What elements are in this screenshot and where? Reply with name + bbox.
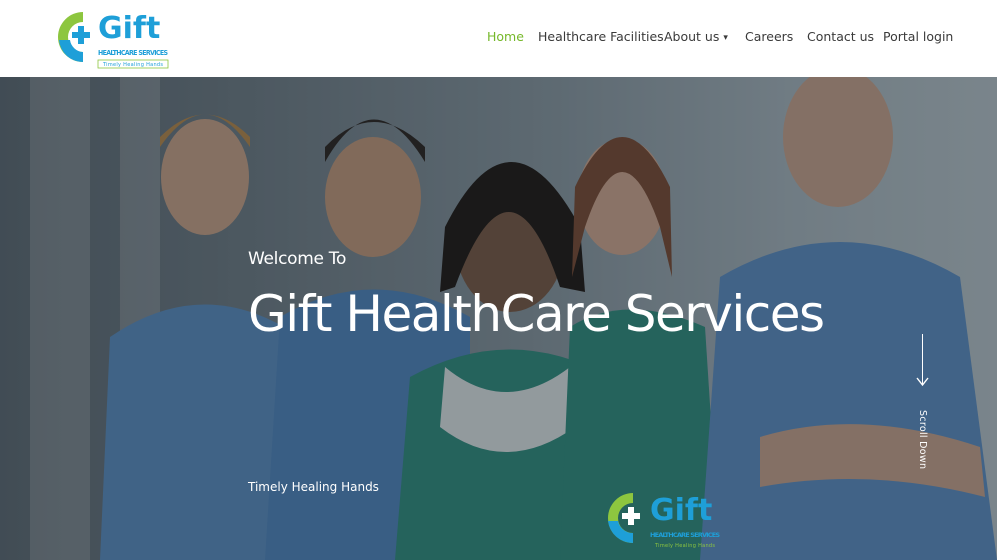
- nav-home[interactable]: Home: [487, 29, 524, 44]
- hero-section: Welcome To Gift HealthCare Services Time…: [0, 77, 997, 560]
- main-nav: Home Healthcare Facilities About us ▾ Car…: [0, 29, 997, 49]
- scroll-down-label: Scroll Down: [917, 410, 928, 470]
- bottom-logo-wordmark: Gift: [650, 493, 712, 528]
- bottom-logo-motto: Timely Healing Hands: [654, 543, 715, 549]
- logo-motto: Timely Healing Hands: [102, 62, 163, 68]
- nav-portal-login[interactable]: Portal login: [883, 29, 953, 44]
- bottom-logo-subtitle: HEALTHCARE SERVICES: [650, 531, 720, 539]
- nav-about-us[interactable]: About us ▾: [664, 29, 728, 44]
- chevron-down-icon: ▾: [723, 33, 728, 43]
- scroll-down-link[interactable]: Scroll Down: [906, 334, 940, 474]
- site-header: Gift HEALTHCARE SERVICES Timely Healing …: [0, 0, 997, 77]
- arrow-down-icon: [916, 377, 929, 387]
- hero-tagline: Timely Healing Hands: [248, 480, 379, 494]
- nav-about-label: About us: [664, 29, 720, 44]
- logo-subtitle: HEALTHCARE SERVICES: [98, 49, 168, 57]
- hero-kicker: Welcome To: [248, 249, 347, 269]
- hero-title: Gift HealthCare Services: [248, 285, 825, 343]
- nav-contact-us[interactable]: Contact us: [807, 29, 874, 44]
- nav-healthcare-facilities[interactable]: Healthcare Facilities: [538, 29, 664, 44]
- nav-careers[interactable]: Careers: [745, 29, 793, 44]
- gift-healthcare-logo-icon: Gift HEALTHCARE SERVICES Timely Healing …: [608, 493, 720, 549]
